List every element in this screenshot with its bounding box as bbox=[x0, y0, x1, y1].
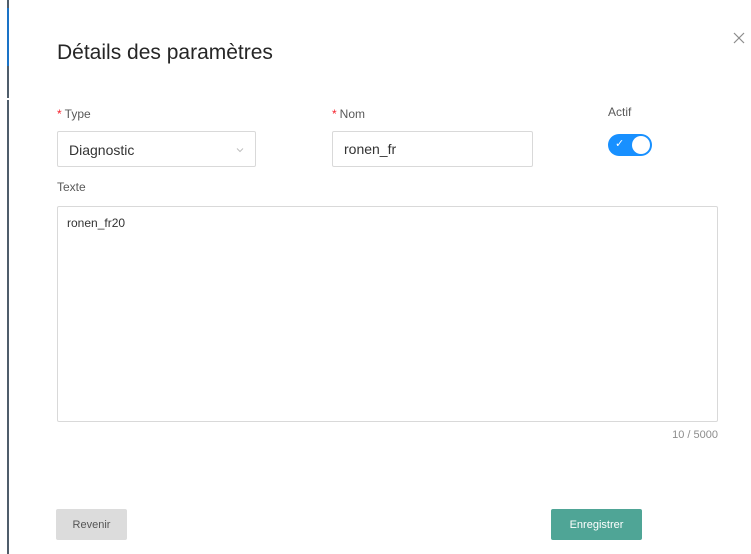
settings-details-dialog: Détails des paramètres * Type Diagnostic … bbox=[9, 0, 751, 554]
back-button[interactable]: Revenir bbox=[56, 509, 127, 540]
name-input[interactable] bbox=[332, 131, 533, 167]
name-label: * Nom bbox=[332, 107, 365, 121]
text-label: Texte bbox=[57, 180, 86, 194]
required-mark: * bbox=[332, 107, 337, 121]
type-select-value: Diagnostic bbox=[69, 142, 135, 158]
type-label: * Type bbox=[57, 107, 91, 121]
active-toggle[interactable]: ✓ bbox=[608, 134, 652, 156]
active-label: Actif bbox=[608, 105, 632, 119]
close-icon bbox=[733, 32, 745, 44]
text-textarea[interactable]: ronen_fr20 bbox=[57, 206, 718, 422]
toggle-knob bbox=[632, 136, 650, 154]
check-icon: ✓ bbox=[615, 138, 625, 150]
chevron-down-icon bbox=[236, 148, 244, 153]
required-mark: * bbox=[57, 107, 62, 121]
type-select[interactable]: Diagnostic bbox=[57, 131, 256, 167]
character-counter: 10 / 5000 bbox=[672, 429, 718, 441]
background-page-edge bbox=[0, 0, 9, 554]
name-label-text: Nom bbox=[339, 107, 366, 121]
close-button[interactable] bbox=[730, 29, 748, 47]
dialog-title: Détails des paramètres bbox=[57, 41, 273, 64]
save-button[interactable]: Enregistrer bbox=[551, 509, 642, 540]
type-label-text: Type bbox=[64, 107, 91, 121]
